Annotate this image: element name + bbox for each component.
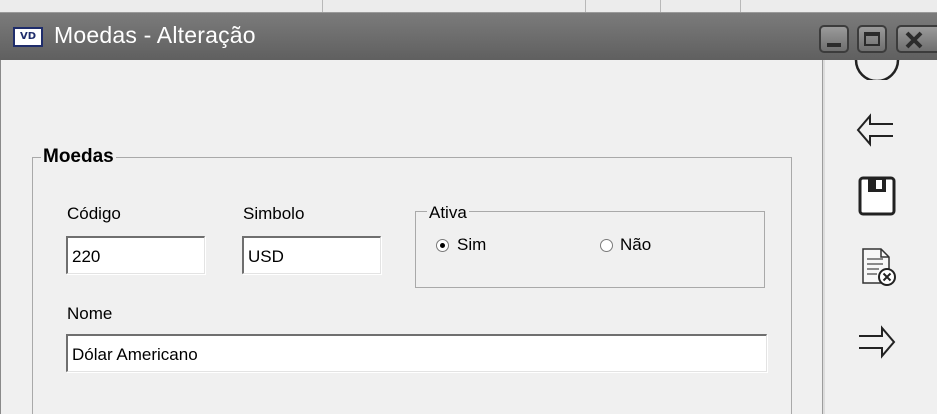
forward-button[interactable] bbox=[853, 322, 901, 366]
group-title: Moedas bbox=[41, 146, 116, 168]
radio-sim-label[interactable]: Sim bbox=[457, 235, 486, 255]
title-bar[interactable]: VD Moedas - Alteração bbox=[0, 12, 937, 61]
window-title: Moedas - Alteração bbox=[54, 22, 256, 48]
partial-circle-icon bbox=[854, 60, 900, 80]
maximize-button[interactable] bbox=[857, 25, 887, 53]
codigo-label: Código bbox=[67, 204, 121, 223]
nome-field[interactable]: Dólar Americano bbox=[66, 334, 767, 372]
radio-nao-label[interactable]: Não bbox=[620, 235, 651, 255]
cancel-document-icon bbox=[862, 248, 896, 286]
back-arrow-icon bbox=[856, 113, 893, 147]
ativa-label: Ativa bbox=[427, 203, 469, 223]
forward-arrow-icon bbox=[859, 325, 896, 359]
back-button[interactable] bbox=[853, 110, 901, 154]
minimize-button[interactable] bbox=[819, 25, 849, 53]
nome-label: Nome bbox=[67, 304, 113, 323]
maximize-icon bbox=[864, 32, 880, 46]
radio-sim-circle[interactable] bbox=[436, 239, 449, 252]
save-button[interactable] bbox=[853, 175, 901, 219]
radio-nao-circle[interactable] bbox=[600, 239, 613, 252]
app-icon: VD bbox=[13, 27, 43, 47]
simbolo-label: Simbolo bbox=[243, 204, 305, 223]
close-button[interactable] bbox=[896, 25, 937, 53]
simbolo-field[interactable]: USD bbox=[242, 236, 381, 274]
minimize-icon bbox=[827, 43, 841, 47]
cancel-document-button[interactable] bbox=[853, 245, 901, 289]
save-icon bbox=[858, 176, 896, 216]
side-toolbar bbox=[822, 60, 937, 414]
codigo-field[interactable]: 220 bbox=[66, 236, 205, 274]
close-icon bbox=[905, 31, 923, 49]
